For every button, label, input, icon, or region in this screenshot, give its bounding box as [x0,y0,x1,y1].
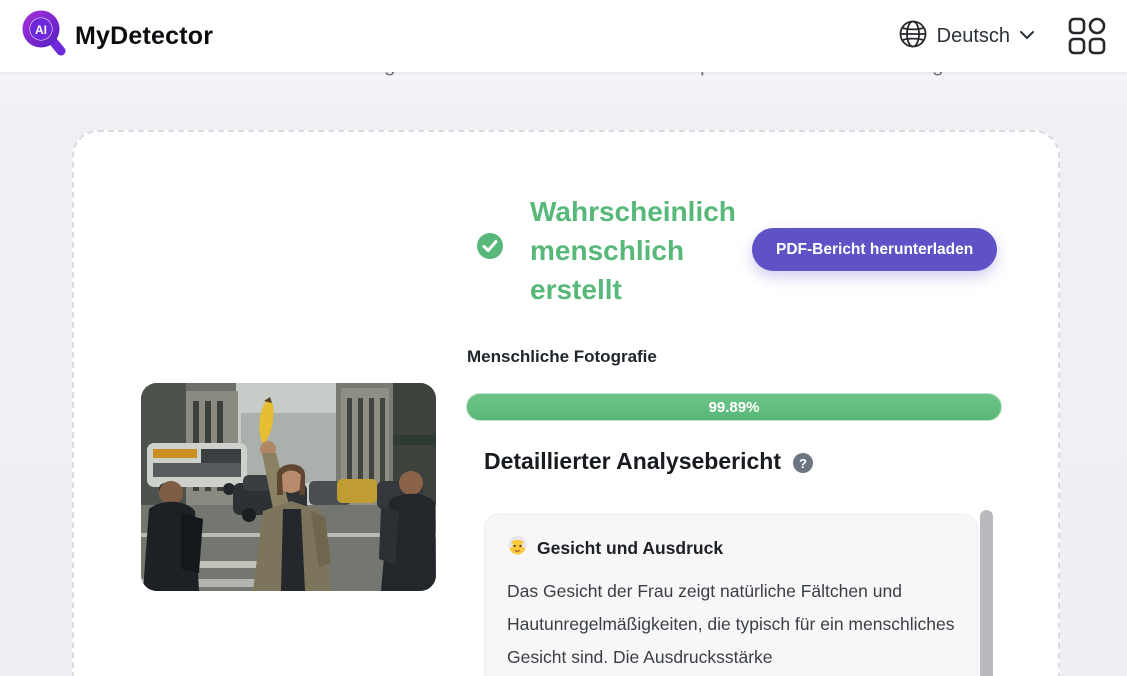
classification-label: Menschliche Fotografie [467,347,657,367]
analysis-panel: Gesicht und Ausdruck Das Gesicht der Fra… [484,514,978,676]
ai-magnifier-logo-icon: AI [22,10,66,63]
top-navbar: AI MyDetector Deutsch [0,0,1127,72]
chevron-down-icon [1019,27,1035,45]
confidence-progress-bar: 99.89% [466,393,1002,421]
check-circle-icon [476,232,504,265]
panel-scrollbar-thumb[interactable] [980,510,993,676]
apps-grid-button[interactable] [1067,16,1107,56]
globe-icon [898,19,928,54]
download-pdf-button[interactable]: PDF-Bericht herunterladen [752,228,997,271]
old-woman-emoji [507,535,528,561]
svg-text:AI: AI [35,23,47,37]
language-selector[interactable]: Deutsch [894,13,1039,60]
brand-logo-group[interactable]: AI MyDetector [22,10,213,63]
analysis-heading: Gesicht und Ausdruck [537,538,723,559]
confidence-value: 99.89% [709,399,760,416]
analyzed-photo-thumbnail[interactable] [141,383,436,591]
help-icon[interactable]: ? [793,453,813,473]
analysis-body-text: Das Gesicht der Frau zeigt natürliche Fä… [507,575,959,674]
language-label: Deutsch [937,25,1010,48]
report-section-title: Detaillierter Analysebericht [484,448,781,475]
result-card: Wahrscheinlich menschlich erstellt PDF-B… [72,130,1060,676]
brand-name: MyDetector [75,22,213,51]
verdict-heading: Wahrscheinlich menschlich erstellt [530,192,768,309]
